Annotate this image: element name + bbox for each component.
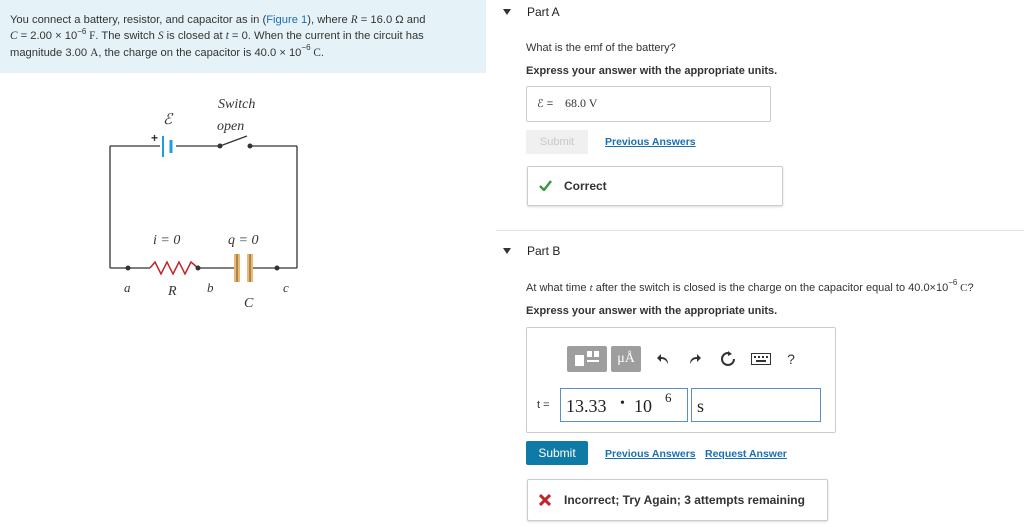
node-a-label: a <box>124 280 131 295</box>
part-b-feedback: Incorrect; Try Again; 3 attempts remaini… <box>527 479 828 521</box>
value-dot: • <box>620 396 625 411</box>
switch-contact-left <box>217 143 223 149</box>
part-a-feedback: Correct <box>527 166 783 206</box>
node-c-label: c <box>283 280 289 295</box>
node-b-label: b <box>207 280 214 295</box>
part-b-previous-answers-link[interactable]: Previous Answers <box>605 448 696 460</box>
undo-icon <box>657 354 668 364</box>
part-b-title[interactable]: Part B <box>527 244 560 258</box>
part-b-feedback-text: Incorrect; Try Again; 3 attempts remaini… <box>564 493 805 507</box>
problem-statement: You connect a battery, resistor, and cap… <box>0 0 486 73</box>
part-b-answer-label: t = <box>537 399 550 411</box>
switch-lever <box>219 135 248 147</box>
emf-label: ℰ <box>163 112 174 128</box>
part-a-submit-button[interactable]: Submit <box>526 130 588 154</box>
open-label: open <box>217 119 244 134</box>
request-answer-link[interactable]: Request Answer <box>705 448 787 460</box>
part-a-previous-answers-link[interactable]: Previous Answers <box>605 136 696 148</box>
part-b-question: At what time t after the switch is close… <box>526 278 974 294</box>
capacitor-label: C <box>244 296 254 311</box>
undo-button[interactable] <box>653 348 673 370</box>
value-base: 10 <box>634 396 652 416</box>
part-a-title[interactable]: Part A <box>527 5 560 19</box>
value-field[interactable]: 13.33 • 10 6 <box>560 388 688 422</box>
value-exponent: 6 <box>665 390 672 405</box>
redo-icon <box>690 354 701 364</box>
units-value: s <box>697 396 705 416</box>
current-label: i = 0 <box>153 233 180 248</box>
math-editor: μÅ ? t = 13.33 • 10 6 s <box>526 327 836 433</box>
keyboard-button[interactable] <box>749 348 773 370</box>
units-button[interactable]: μÅ <box>611 346 641 372</box>
part-a-question: What is the emf of the battery? <box>526 42 676 54</box>
part-b-submit-button[interactable]: Submit <box>526 441 588 465</box>
part-divider <box>496 230 1024 231</box>
units-field[interactable]: s <box>691 388 821 422</box>
switch-contact-right <box>247 143 253 149</box>
editor-toolbar: μÅ ? <box>567 346 803 374</box>
check-icon <box>539 180 552 191</box>
resistor-label: R <box>167 284 177 299</box>
x-icon <box>539 494 551 506</box>
part-a-instruction: Express your answer with the appropriate… <box>526 65 778 77</box>
part-a-collapse-icon[interactable] <box>503 9 511 15</box>
switch-label: Switch <box>218 97 255 112</box>
figure-link[interactable]: Figure 1 <box>266 14 307 26</box>
charge-label: q = 0 <box>228 233 258 248</box>
node-b <box>195 265 201 271</box>
node-c <box>274 265 280 271</box>
part-b-collapse-icon[interactable] <box>503 248 511 254</box>
part-a-answer-box[interactable]: ℰ = 68.0 V <box>526 86 771 122</box>
plus-label: + <box>151 131 158 145</box>
problem-text: You connect a battery, resistor, and cap… <box>10 14 426 59</box>
node-a <box>125 265 131 271</box>
part-a-answer-label: ℰ = <box>537 98 554 110</box>
resistor <box>149 260 199 276</box>
part-b-instruction: Express your answer with the appropriate… <box>526 305 778 317</box>
templates-button[interactable] <box>567 346 607 372</box>
keyboard-icon <box>751 353 771 365</box>
circuit-figure: ℰ Switch open i = 0 q = 0 a R b C c + <box>109 97 298 311</box>
reset-button[interactable] <box>717 348 739 370</box>
help-button[interactable]: ? <box>781 348 801 370</box>
value-mantissa: 13.33 <box>566 396 607 416</box>
part-a-answer-value: 68.0 V <box>565 96 598 110</box>
redo-button[interactable] <box>685 348 705 370</box>
templates-icon <box>575 351 599 366</box>
reset-icon <box>721 351 735 366</box>
part-a-feedback-text: Correct <box>564 179 607 193</box>
